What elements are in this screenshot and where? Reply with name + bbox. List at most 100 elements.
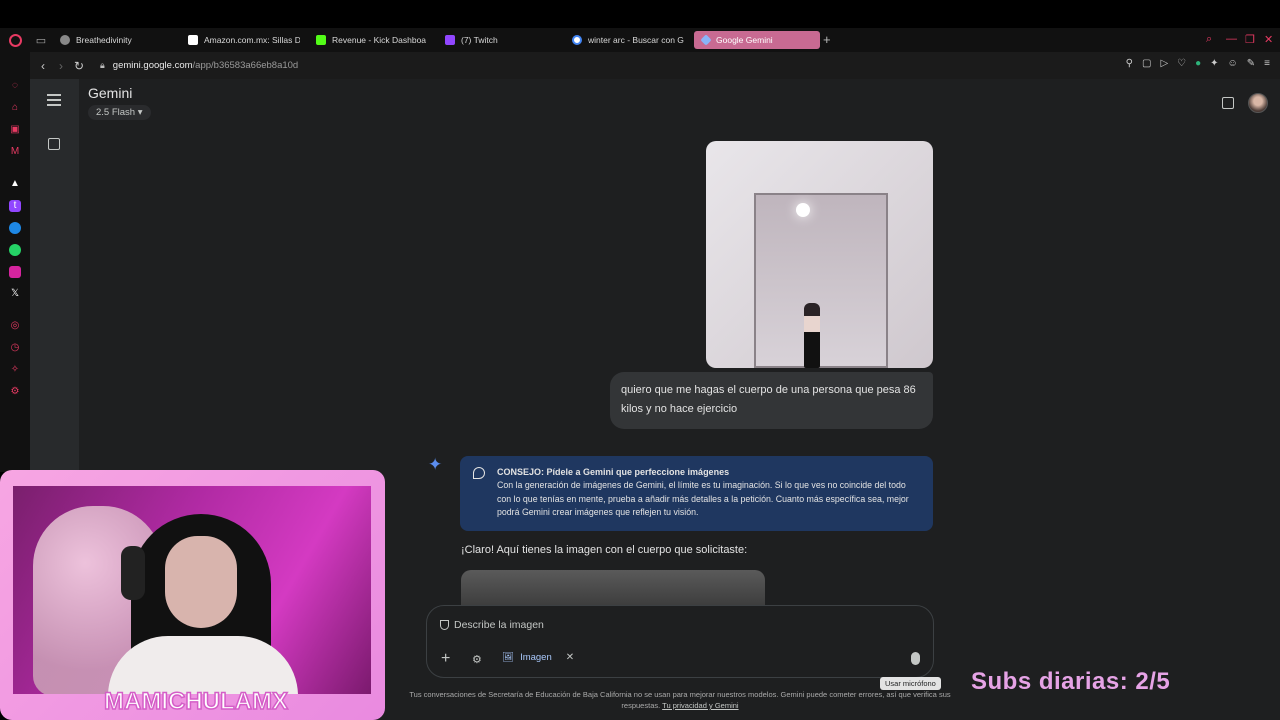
snapshot-icon[interactable]: ▢ [1142, 58, 1151, 69]
instagram-icon[interactable] [9, 266, 21, 278]
new-chat-icon[interactable] [48, 138, 60, 150]
headset-icon [121, 546, 145, 600]
tab-favicon [572, 35, 582, 45]
close-icon[interactable]: ✕ [566, 652, 574, 663]
close-window-icon[interactable]: ✕ [1264, 33, 1273, 46]
prompt-composer[interactable]: Describe la imagen + ⚙ 🖼︎ Imagen ✕ [426, 605, 934, 678]
image-icon: 🖼︎ [502, 652, 515, 663]
gallery-icon[interactable]: ▣ [9, 124, 21, 136]
url-field[interactable]: gemini.google.com/app/b36583a66eb8a10d [113, 60, 298, 71]
menu-icon[interactable]: ≡ [1264, 58, 1270, 69]
tab-breathedivinity[interactable]: Breathedivinity [60, 31, 180, 49]
tab-twitch[interactable]: (7) Twitch [445, 31, 557, 49]
tab-google-gemini[interactable]: Google Gemini [694, 31, 820, 49]
person-figure [804, 303, 820, 368]
model-selector[interactable]: 2.5 Flash ▾ [88, 105, 151, 120]
hamburger-menu-icon[interactable] [47, 94, 61, 109]
header-actions [1222, 93, 1268, 113]
tab-google-search[interactable]: winter arc - Buscar con G [572, 31, 686, 49]
microphone-icon[interactable] [911, 652, 920, 665]
url-domain: gemini.google.com [112, 60, 193, 71]
tip-icon [473, 467, 485, 479]
whatsapp-icon[interactable] [9, 244, 21, 256]
tab-amazon[interactable]: Amazon.com.mx: Sillas D [188, 31, 300, 49]
tip-body: Con la generación de imágenes de Gemini,… [497, 480, 909, 517]
aria-icon[interactable]: ◌ [9, 80, 21, 92]
generated-image[interactable] [461, 570, 765, 610]
reload-icon[interactable]: ↻ [70, 59, 88, 73]
tab-label: winter arc - Buscar con G [588, 35, 684, 45]
tab-label: Amazon.com.mx: Sillas D [204, 35, 300, 45]
kick-icon[interactable]: ▲ [9, 178, 21, 190]
restore-icon[interactable]: ❐ [1245, 33, 1255, 46]
ceiling-light [796, 203, 810, 217]
shopping-icon[interactable]: ⌂ [9, 102, 21, 114]
account-icon[interactable]: ☺ [1228, 58, 1238, 69]
webcam-video [13, 486, 371, 694]
tab-favicon [188, 35, 198, 45]
pin-icon[interactable]: ⚲ [1126, 58, 1133, 69]
extensions-icon[interactable]: ✧ [9, 364, 21, 376]
forward-icon[interactable]: › [52, 59, 70, 73]
tip-title: CONSEJO: Pídele a Gemini que perfeccione… [497, 467, 730, 477]
tab-label: Breathedivinity [76, 35, 132, 45]
streamer-name: MAMICHULAMX [103, 687, 288, 716]
opera-sidebar: ◌ ⌂ ▣ M ▲ t 𝕏 ◎ ◷ ✧ ⚙ [0, 52, 30, 472]
app-title: Gemini [88, 85, 133, 101]
tab-favicon [700, 34, 712, 46]
avatar[interactable] [1248, 93, 1268, 113]
back-icon[interactable]: ‹ [34, 59, 52, 73]
tools-icon[interactable]: ⚙ [472, 653, 482, 666]
extension-icon[interactable]: ● [1195, 58, 1201, 69]
tab-favicon [316, 35, 326, 45]
minimize-icon[interactable]: — [1226, 33, 1237, 45]
webcam-frame: MAMICHULAMX [0, 470, 385, 720]
play-icon[interactable]: ▷ [1160, 58, 1168, 69]
tab-label: Google Gemini [716, 35, 773, 45]
tip-card: CONSEJO: Pídele a Gemini que perfeccione… [460, 456, 933, 531]
heart-icon[interactable]: ♡ [1177, 58, 1186, 69]
new-tab-button[interactable]: + [823, 33, 831, 47]
search-tabs-icon[interactable]: ⌕ [1206, 33, 1212, 46]
gemini-sparkle-icon: ✦ [428, 455, 443, 474]
subs-counter: Subs diarias: 2/5 [971, 668, 1171, 695]
streamer-shirt [108, 636, 298, 694]
pinboard-icon[interactable]: ✎ [1247, 58, 1255, 69]
lock-icon: 🔒︎ [100, 60, 105, 70]
toolbar-icons: ⚲ ▢ ▷ ♡ ● ✦ ☺ ✎ ≡ [1126, 58, 1270, 69]
settings-icon[interactable]: ⚙ [9, 386, 21, 398]
player-icon[interactable]: ◎ [9, 320, 21, 332]
twitch-icon[interactable]: t [9, 200, 21, 212]
model-reply: ¡Claro! Aquí tienes la imagen con el cue… [461, 544, 748, 556]
address-bar: ‹ › ↻ 🔒︎ gemini.google.com/app/b36583a66… [30, 52, 1280, 79]
extensions-puzzle-icon[interactable]: ✦ [1210, 58, 1218, 69]
url-path: /app/b36583a66eb8a10d [192, 60, 299, 71]
tab-label: Revenue - Kick Dashboa [332, 35, 427, 45]
privacy-link[interactable]: Tu privacidad y Gemini [662, 701, 738, 710]
model-label: 2.5 Flash [96, 107, 136, 118]
workspaces-icon[interactable]: ▭ [30, 34, 52, 47]
user-message: quiero que me hagas el cuerpo de una per… [610, 372, 933, 429]
tab-kick[interactable]: Revenue - Kick Dashboa [316, 31, 428, 49]
streamer-face [165, 536, 237, 628]
opera-logo-icon[interactable] [0, 28, 30, 52]
shield-icon [440, 620, 449, 630]
tab-favicon [445, 35, 455, 45]
add-icon[interactable]: + [441, 650, 450, 668]
prompt-input[interactable]: Describe la imagen [454, 619, 544, 631]
screen: ▭ Breathedivinity Amazon.com.mx: Sillas … [0, 0, 1280, 720]
x-icon[interactable]: 𝕏 [9, 288, 21, 300]
temp-chat-icon[interactable] [1222, 97, 1234, 109]
disclaimer: Tus conversaciones de Secretaría de Educ… [400, 689, 960, 711]
chip-label: Imagen [520, 652, 552, 663]
messenger-icon[interactable] [9, 222, 21, 234]
top-black-strip [0, 0, 1280, 28]
tab-favicon [60, 35, 70, 45]
tab-label: (7) Twitch [461, 35, 498, 45]
chevron-down-icon: ▾ [137, 107, 143, 118]
uploaded-image[interactable] [706, 141, 933, 368]
mirror-frame [754, 193, 888, 368]
gmail-icon[interactable]: M [9, 146, 21, 158]
history-icon[interactable]: ◷ [9, 342, 21, 354]
image-mode-chip[interactable]: 🖼︎ Imagen ✕ [502, 652, 574, 663]
